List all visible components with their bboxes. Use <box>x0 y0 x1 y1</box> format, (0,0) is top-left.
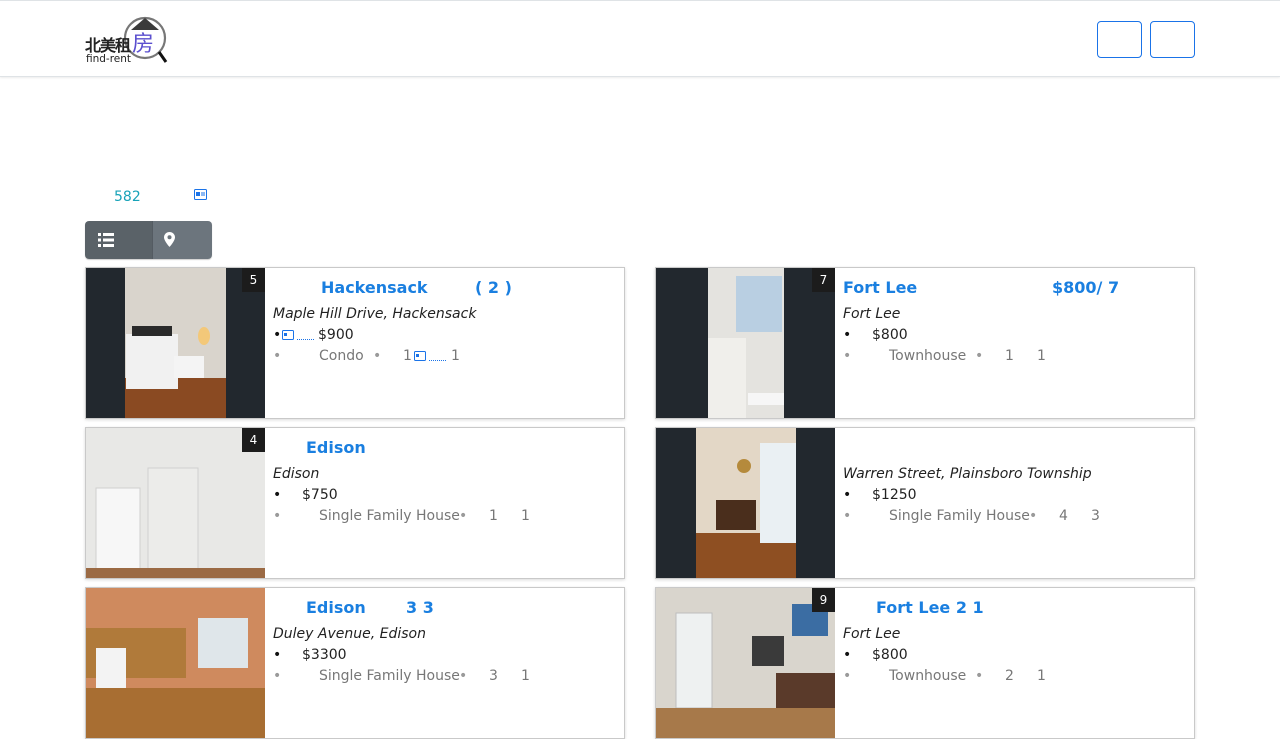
listing-card[interactable]: Edison 3 3 Duley Avenue, Edison • $3300 … <box>85 587 625 739</box>
listing-type: Condo <box>319 348 364 364</box>
listing-card[interactable]: 4 Edison Edison • $750 • Single Family H… <box>85 427 625 579</box>
listing-photo[interactable] <box>86 588 265 738</box>
listing-type: Single Family House <box>319 668 460 684</box>
listing-title[interactable]: Fort Lee 2 1 <box>876 598 984 617</box>
listing-bedrooms: 4 <box>1059 508 1068 524</box>
listing-photo[interactable]: 4 <box>86 428 265 578</box>
bullet: • <box>273 668 282 684</box>
listing-photo-image <box>656 588 835 738</box>
listing-bathrooms: 1 <box>521 508 530 524</box>
bullet: • <box>273 487 282 503</box>
listing-bedrooms: 1 <box>403 348 412 364</box>
bullet: • <box>273 647 282 663</box>
listing-title-extra: 3 3 <box>406 598 434 617</box>
listing-bedrooms: 2 <box>1005 668 1014 684</box>
listing-price: $800 <box>872 647 908 663</box>
listing-price: $3300 <box>302 647 347 663</box>
bullet: • <box>1029 508 1038 524</box>
bullet: • <box>843 508 852 524</box>
listing-bathrooms: 1 <box>521 668 530 684</box>
id-card-icon <box>282 330 294 340</box>
listing-bedrooms: 1 <box>489 508 498 524</box>
listing-type: Single Family House <box>319 508 460 524</box>
photo-count-badge: 5 <box>242 268 265 292</box>
listing-bathrooms: 3 <box>1091 508 1100 524</box>
listing-card[interactable]: 9 Fort Lee 2 1 Fort Lee • $800 • Townhou… <box>655 587 1195 739</box>
listing-card[interactable]: 5 Hackensack ( 2 ) Maple Hill Drive, Hac… <box>85 267 625 419</box>
listing-type: Single Family House <box>889 508 1030 524</box>
listing-card[interactable]: 7 Fort Lee $800/ 7 Fort Lee • $800 • Tow… <box>655 267 1195 419</box>
logo-english-text: find-rent <box>86 53 132 65</box>
bullet: • <box>459 508 468 524</box>
listing-photo-image <box>86 268 265 418</box>
id-card-icon <box>194 189 207 200</box>
listing-title[interactable]: Fort Lee <box>843 278 917 297</box>
listing-price: $800 <box>872 327 908 343</box>
bullet: • <box>843 487 852 503</box>
dotted-link[interactable] <box>297 339 314 340</box>
listing-title[interactable]: Hackensack <box>321 278 428 297</box>
listing-price: $1250 <box>872 487 917 503</box>
listing-photo-image <box>656 268 835 418</box>
dotted-link[interactable] <box>429 360 446 361</box>
listing-address: Maple Hill Drive, Hackensack <box>273 306 477 322</box>
listing-title-extra: $800/ 7 <box>1052 278 1120 297</box>
bullet: • <box>843 647 852 663</box>
nav-button-1[interactable] <box>1097 21 1142 58</box>
listing-title[interactable]: Edison <box>306 438 366 457</box>
listing-address: Edison <box>273 466 320 482</box>
logo-house-char: 房 <box>132 32 155 57</box>
bullet: • <box>843 348 852 364</box>
nav-button-2[interactable] <box>1150 21 1195 58</box>
listing-title[interactable]: Edison <box>306 598 366 617</box>
listing-photo-image <box>86 428 265 578</box>
listing-address: Fort Lee <box>843 626 901 642</box>
listing-photo[interactable]: 9 <box>656 588 835 738</box>
listing-count: 582 <box>114 189 141 205</box>
listing-price: $750 <box>302 487 338 503</box>
listing-photo[interactable] <box>656 428 835 578</box>
listing-photo-image <box>86 588 265 738</box>
bullet: • <box>273 348 282 364</box>
listing-address: Warren Street, Plainsboro Township <box>843 466 1092 482</box>
id-card-icon <box>414 351 426 361</box>
photo-count-badge: 4 <box>242 428 265 452</box>
listing-count-row: 582 <box>114 186 207 205</box>
listing-type: Townhouse <box>889 348 967 364</box>
bullet: • <box>975 668 984 684</box>
bullet: • <box>975 348 984 364</box>
listing-bedrooms: 3 <box>489 668 498 684</box>
listing-address: Fort Lee <box>843 306 901 322</box>
map-marker-icon <box>164 232 175 247</box>
view-toggle-group <box>85 221 212 259</box>
listing-photo[interactable]: 7 <box>656 268 835 418</box>
bullet: • <box>843 668 852 684</box>
bullet: • <box>843 327 852 343</box>
listing-title-extra: ( 2 ) <box>475 278 512 297</box>
listing-type: Townhouse <box>889 668 967 684</box>
photo-count-badge: 7 <box>812 268 835 292</box>
listing-bathrooms: 1 <box>1037 668 1046 684</box>
list-view-button[interactable] <box>85 221 152 259</box>
listing-card[interactable]: Warren Street, Plainsboro Township • $12… <box>655 427 1195 579</box>
listing-photo-image <box>656 428 835 578</box>
map-view-button[interactable] <box>152 221 212 259</box>
bullet: • <box>273 508 282 524</box>
photo-count-badge: 9 <box>812 588 835 612</box>
bullet: • <box>373 348 382 364</box>
listing-photo[interactable]: 5 <box>86 268 265 418</box>
bullet: • <box>459 668 468 684</box>
site-logo[interactable]: 北美租 房 find-rent <box>85 14 169 66</box>
top-navbar: 北美租 房 find-rent <box>0 0 1280 77</box>
listing-price: $900 <box>318 327 354 343</box>
listing-bedrooms: 1 <box>1005 348 1014 364</box>
list-icon <box>98 233 114 247</box>
listing-address: Duley Avenue, Edison <box>273 626 426 642</box>
listing-bathrooms: 1 <box>1037 348 1046 364</box>
listing-bathrooms: 1 <box>451 348 460 364</box>
bullet: • <box>273 327 282 343</box>
